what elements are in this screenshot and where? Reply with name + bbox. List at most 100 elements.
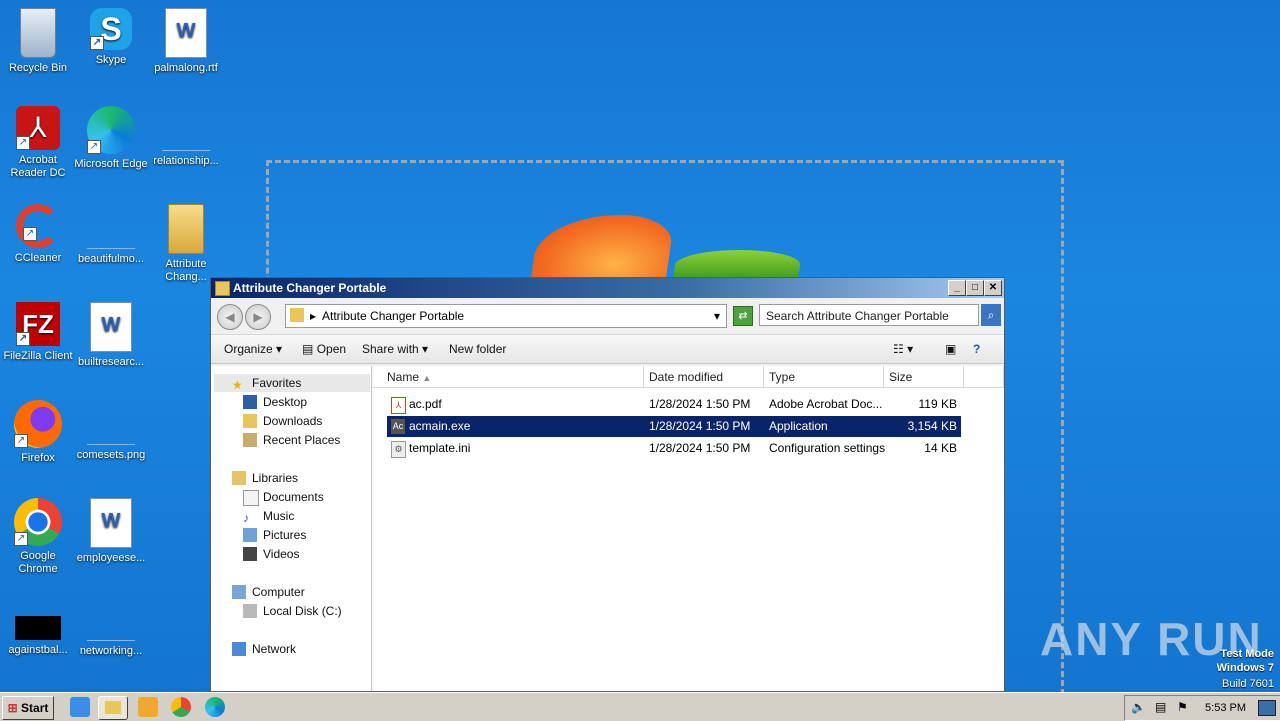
videos-icon bbox=[243, 547, 257, 561]
window-titlebar[interactable]: Attribute Changer Portable _ □ ✕ bbox=[211, 278, 1004, 298]
desktop-icon-comesets[interactable]: comesets.png bbox=[73, 400, 149, 462]
search-icon[interactable]: ⌕ bbox=[981, 304, 1001, 326]
nav-computer-label: Computer bbox=[252, 585, 305, 599]
blank-file-icon bbox=[87, 400, 135, 445]
navigation-pane: ★ Favorites Desktop Downloads Recent Plac… bbox=[211, 366, 372, 691]
nav-videos[interactable]: Videos bbox=[243, 545, 300, 563]
nav-network[interactable]: Network bbox=[232, 640, 296, 658]
chevron-down-icon[interactable]: ▾ bbox=[714, 305, 720, 327]
share-with-button[interactable]: Share with ▾ bbox=[362, 335, 428, 363]
network-icon[interactable]: ▤ bbox=[1155, 700, 1166, 714]
desktop-icon-attribute-changer[interactable]: Attribute Chang... bbox=[148, 204, 224, 284]
nav-videos-label: Videos bbox=[263, 547, 300, 561]
back-button[interactable]: ◀ bbox=[217, 304, 243, 330]
chrome-icon[interactable] bbox=[171, 697, 191, 717]
start-button[interactable]: ⊞ Start bbox=[2, 696, 54, 720]
desktop-icon-employeese[interactable]: W employeese... bbox=[73, 498, 149, 565]
file-size: 14 KB bbox=[924, 441, 957, 455]
acrobat-icon: ⅄ ↗ bbox=[16, 106, 60, 150]
nav-local-disk[interactable]: Local Disk (C:) bbox=[243, 602, 342, 620]
nav-downloads[interactable]: Downloads bbox=[243, 412, 323, 430]
refresh-button[interactable]: ⇄ bbox=[733, 306, 753, 326]
system-tray: 🔈 ▤ ⚑ 5:53 PM bbox=[1124, 695, 1280, 721]
internet-explorer-icon[interactable] bbox=[70, 697, 90, 717]
disk-icon bbox=[243, 604, 257, 618]
column-header-name[interactable]: Name ▲ bbox=[373, 366, 644, 388]
breadcrumb-arrow-icon[interactable]: ▸ bbox=[310, 305, 316, 327]
ccleaner-icon: ↗ bbox=[16, 204, 60, 248]
command-bar: Organize ▾ ▤ Open Share with ▾ New folde… bbox=[211, 334, 1004, 364]
nav-favorites[interactable]: ★ Favorites bbox=[232, 374, 301, 392]
media-player-icon[interactable] bbox=[138, 697, 158, 717]
clock[interactable]: 5:53 PM bbox=[1205, 702, 1246, 714]
file-size: 119 KB bbox=[918, 397, 957, 411]
shortcut-arrow-icon: ↗ bbox=[16, 332, 30, 346]
table-row-selected[interactable]: Ac acmain.exe 1/28/2024 1:50 PM Applicat… bbox=[387, 416, 961, 437]
desktop-icon-firefox[interactable]: ↗ Firefox bbox=[0, 400, 76, 465]
word-document-icon: W bbox=[90, 498, 132, 548]
help-icon[interactable]: ? bbox=[973, 335, 980, 363]
explorer-taskbar-button[interactable] bbox=[98, 696, 128, 720]
column-name-label: Name bbox=[387, 370, 420, 384]
documents-icon bbox=[243, 490, 259, 506]
desktop-icon-againstbal[interactable]: againstbal... bbox=[0, 596, 76, 657]
build-text: Build 7601 bbox=[1222, 678, 1274, 690]
folder-icon bbox=[105, 701, 121, 714]
forward-button[interactable]: ▶ bbox=[245, 304, 271, 330]
breadcrumb[interactable]: Attribute Changer Portable bbox=[322, 305, 464, 327]
desktop-icon-filezilla[interactable]: FZ ↗ FileZilla Client bbox=[0, 302, 76, 363]
column-header-size[interactable]: Size bbox=[884, 366, 964, 388]
nav-music[interactable]: ♪ Music bbox=[243, 507, 294, 525]
show-desktop-icon[interactable] bbox=[1258, 700, 1276, 716]
file-date: 1/28/2024 1:50 PM bbox=[649, 419, 751, 433]
search-input[interactable]: Search Attribute Changer Portable bbox=[759, 304, 979, 326]
desktop-icon-beautifulmo[interactable]: beautifulmo... bbox=[73, 204, 149, 266]
desktop-icon-recycle-bin[interactable]: Recycle Bin bbox=[0, 8, 76, 75]
maximize-button[interactable]: □ bbox=[966, 280, 984, 296]
address-bar[interactable]: ▸ Attribute Changer Portable ▾ bbox=[285, 304, 727, 328]
column-header-type[interactable]: Type bbox=[764, 366, 884, 388]
desktop-icon-label: Acrobat Reader DC bbox=[10, 154, 66, 179]
star-icon: ★ bbox=[232, 378, 243, 392]
desktop-icon-acrobat[interactable]: ⅄ ↗ Acrobat Reader DC bbox=[0, 106, 76, 180]
nav-downloads-label: Downloads bbox=[263, 414, 323, 428]
desktop-icon-skype[interactable]: S ↗ Skype bbox=[73, 8, 149, 67]
open-button[interactable]: ▤ Open bbox=[302, 335, 346, 363]
table-row[interactable]: ⅄ ac.pdf 1/28/2024 1:50 PM Adobe Acrobat… bbox=[387, 394, 961, 415]
nav-recent-label: Recent Places bbox=[263, 433, 341, 447]
edge-icon[interactable] bbox=[205, 697, 225, 717]
file-type: Application bbox=[769, 419, 828, 433]
desktop-icon-label: againstbal... bbox=[8, 644, 68, 656]
volume-icon[interactable]: 🔈 bbox=[1131, 700, 1146, 714]
desktop-icon-chrome[interactable]: ↗ Google Chrome bbox=[0, 498, 76, 576]
test-mode-text: Test Mode bbox=[1220, 648, 1274, 660]
nav-libraries[interactable]: Libraries bbox=[232, 469, 298, 487]
desktop-icon-edge[interactable]: ↗ Microsoft Edge bbox=[73, 106, 149, 171]
table-row[interactable]: ⚙ template.ini 1/28/2024 1:50 PM Configu… bbox=[387, 438, 961, 459]
exe-icon: Ac bbox=[391, 419, 405, 434]
open-icon: ▤ bbox=[302, 342, 314, 356]
file-date: 1/28/2024 1:50 PM bbox=[649, 441, 751, 455]
nav-desktop[interactable]: Desktop bbox=[243, 393, 307, 411]
nav-documents[interactable]: Documents bbox=[243, 488, 324, 506]
pictures-icon bbox=[243, 528, 257, 542]
nav-pictures[interactable]: Pictures bbox=[243, 526, 306, 544]
desktop-icon-label: builtresearc... bbox=[77, 356, 145, 368]
flag-icon[interactable]: ⚑ bbox=[1177, 700, 1188, 714]
file-size: 3,154 KB bbox=[907, 419, 957, 433]
desktop-icon-relationship[interactable]: relationship... bbox=[148, 106, 224, 168]
nav-computer[interactable]: Computer bbox=[232, 583, 305, 601]
organize-button[interactable]: Organize ▾ bbox=[224, 335, 282, 363]
desktop-icon-palmalong[interactable]: W palmalong.rtf bbox=[148, 8, 224, 75]
desktop-icon-ccleaner[interactable]: ↗ CCleaner bbox=[0, 204, 76, 265]
preview-pane-icon[interactable]: ▣ bbox=[945, 335, 956, 363]
close-button[interactable]: ✕ bbox=[984, 280, 1002, 296]
desktop-icon-builtresearch[interactable]: W builtresearc... bbox=[73, 302, 149, 369]
new-folder-button[interactable]: New folder bbox=[449, 335, 506, 363]
column-header-date[interactable]: Date modified bbox=[644, 366, 764, 388]
nav-recent-places[interactable]: Recent Places bbox=[243, 431, 341, 449]
view-options-icon[interactable]: ☷ ▾ bbox=[893, 335, 913, 363]
minimize-button[interactable]: _ bbox=[948, 280, 966, 296]
desktop-icon-networking[interactable]: networking... bbox=[73, 596, 149, 658]
blank-file-icon bbox=[87, 204, 135, 249]
